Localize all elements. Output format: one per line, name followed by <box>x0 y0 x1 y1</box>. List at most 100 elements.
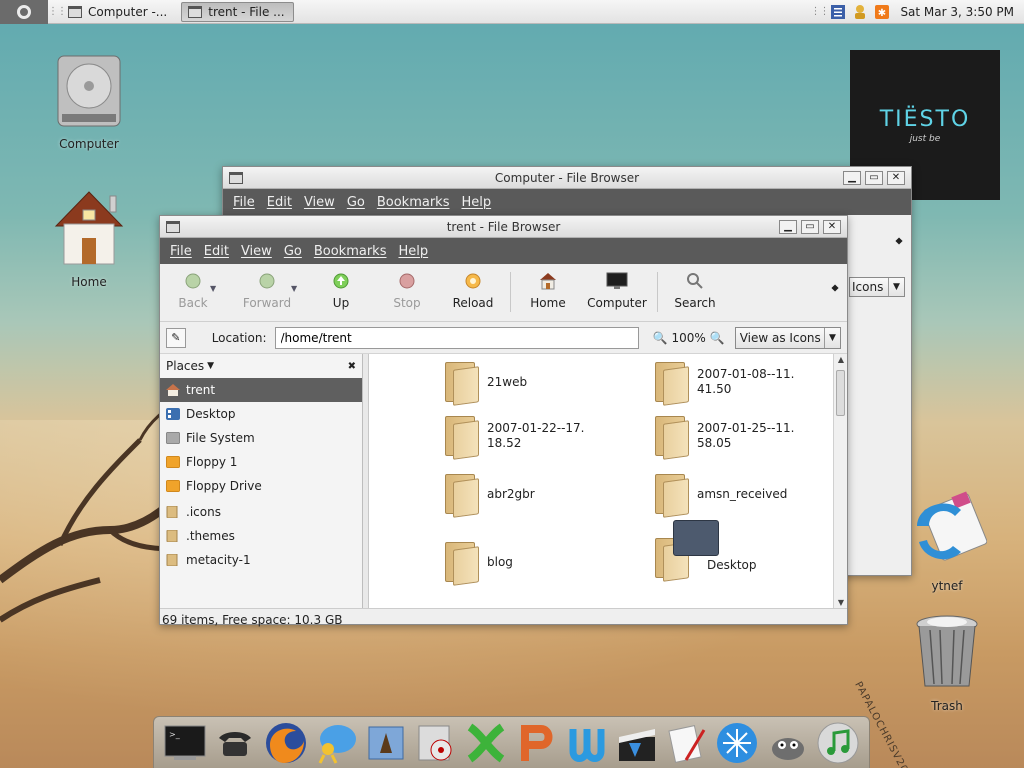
dock-music-player[interactable] <box>816 721 860 765</box>
desktop-icon-ytnef[interactable]: ytnef <box>902 486 992 593</box>
menu-help[interactable]: Help <box>398 244 428 259</box>
back-history-dropdown-icon[interactable]: ▼ <box>210 284 216 293</box>
places-sidebar: Places ▼ ✖ trent Desktop File System Flo… <box>160 354 363 608</box>
close-button[interactable]: ✕ <box>887 170 905 185</box>
main-menu-button[interactable] <box>0 0 48 24</box>
menu-edit[interactable]: Edit <box>267 195 292 210</box>
dock-video-editor[interactable] <box>615 721 659 765</box>
toolbar-overflow-icon[interactable]: ⯁ <box>831 284 839 295</box>
stop-button[interactable]: Stop <box>374 272 440 310</box>
file-item-2007-01-22[interactable]: 2007-01-22--17. 18.52 <box>441 414 584 460</box>
file-item-2007-01-25[interactable]: 2007-01-25--11. 58.05 <box>651 414 794 460</box>
pencil-icon: ✎ <box>171 331 181 344</box>
file-item-21web[interactable]: 21web <box>441 360 527 406</box>
dock-media-player[interactable] <box>414 721 458 765</box>
computer-button[interactable]: Computer <box>581 272 653 310</box>
chevron-down-icon: ▼ <box>824 327 840 348</box>
file-item-2007-01-08[interactable]: 2007-01-08--11. 41.50 <box>651 360 794 406</box>
menu-bookmarks[interactable]: Bookmarks <box>314 244 387 259</box>
dock-network[interactable] <box>715 721 759 765</box>
places-header[interactable]: Places ▼ ✖ <box>160 354 362 378</box>
window-titlebar[interactable]: Computer - File Browser ▁ ▭ ✕ <box>223 167 911 189</box>
sidebar-item-themes[interactable]: .themes <box>160 524 362 548</box>
computer-monitor-icon <box>606 272 628 289</box>
menu-view[interactable]: View <box>304 195 335 210</box>
view-select-value: Icons <box>852 280 884 294</box>
album-subtitle: just be <box>909 133 941 144</box>
sidebar-item-metacity[interactable]: metacity-1 <box>160 548 362 572</box>
dock-text-editor[interactable] <box>665 721 709 765</box>
menu-help[interactable]: Help <box>461 195 491 210</box>
menu-view[interactable]: View <box>241 244 272 259</box>
window-list-icon[interactable] <box>830 4 846 20</box>
sidebar-item-trent[interactable]: trent <box>160 378 362 402</box>
menu-file[interactable]: File <box>233 195 255 210</box>
sidebar-item-floppy-drive[interactable]: Floppy Drive <box>160 474 362 498</box>
dock-phone[interactable] <box>213 721 257 765</box>
dock-firefox[interactable] <box>264 721 308 765</box>
window-icon <box>229 171 243 184</box>
search-button[interactable]: Search <box>662 272 728 310</box>
pen-paper-icon <box>668 724 706 763</box>
location-input[interactable] <box>274 326 639 349</box>
folder-icon <box>441 540 481 586</box>
up-button[interactable]: Up <box>308 272 374 310</box>
vertical-scrollbar[interactable]: ▲ ▼ <box>833 354 847 608</box>
chat-messenger-icon <box>318 724 356 764</box>
file-item-amsn-received[interactable]: amsn_received <box>651 472 787 518</box>
folder-icon <box>651 472 691 518</box>
dock-xchat[interactable] <box>464 721 508 765</box>
menu-file[interactable]: File <box>170 244 192 259</box>
file-item-blog[interactable]: blog <box>441 540 513 586</box>
zoom-in-icon[interactable]: 🔍 <box>710 331 725 345</box>
file-item-abr2gbr[interactable]: abr2gbr <box>441 472 535 518</box>
desktop-icon-computer[interactable]: Computer <box>44 52 134 151</box>
minimize-button[interactable]: ▁ <box>843 170 861 185</box>
toolbar-overflow-icon[interactable]: ⯁ <box>895 237 903 248</box>
notification-icon[interactable]: ✱ <box>874 4 890 20</box>
folder-icon <box>441 414 481 460</box>
search-label: Search <box>674 296 716 310</box>
desktop-icon-home[interactable]: Home <box>44 188 134 289</box>
dock-terminal[interactable]: >_ <box>163 721 207 765</box>
dock-aim[interactable] <box>314 721 358 765</box>
scrollbar-thumb[interactable] <box>836 370 845 416</box>
menu-bookmarks[interactable]: Bookmarks <box>377 195 450 210</box>
close-sidebar-icon[interactable]: ✖ <box>348 361 356 372</box>
panel-grip-icon: ⋮⋮ <box>48 6 67 17</box>
taskbar-button-trent[interactable]: trent - File ... <box>181 1 294 22</box>
reload-button[interactable]: Reload <box>440 272 506 310</box>
taskbar-label: Computer -... <box>88 4 168 19</box>
toggle-location-button[interactable]: ✎ <box>166 327 186 348</box>
dock-mail[interactable] <box>364 721 408 765</box>
view-select[interactable]: Icons ▼ <box>849 277 905 297</box>
forward-history-dropdown-icon[interactable]: ▼ <box>291 284 297 293</box>
user-status-icon[interactable] <box>852 4 868 20</box>
menu-edit[interactable]: Edit <box>204 244 229 259</box>
dock-u-app[interactable] <box>565 721 609 765</box>
scroll-up-icon[interactable]: ▲ <box>834 355 847 364</box>
home-button[interactable]: Home <box>515 272 581 310</box>
zoom-out-icon[interactable]: 🔍 <box>653 331 668 345</box>
sidebar-item-icons[interactable]: .icons <box>160 500 362 524</box>
sidebar-item-desktop[interactable]: Desktop <box>160 402 362 426</box>
menu-go[interactable]: Go <box>284 244 302 259</box>
zoom-level[interactable]: 100% <box>671 331 705 345</box>
file-item-desktop[interactable]: Desktop <box>651 520 757 582</box>
minimize-button[interactable]: ▁ <box>779 219 797 234</box>
dock-p-app[interactable] <box>515 721 559 765</box>
maximize-button[interactable]: ▭ <box>865 170 883 185</box>
taskbar-button-computer[interactable]: Computer -... <box>62 2 175 22</box>
close-button[interactable]: ✕ <box>823 219 841 234</box>
desktop-icon-trash[interactable]: Trash <box>902 612 992 713</box>
dock-gimp[interactable] <box>766 721 810 765</box>
window-titlebar[interactable]: trent - File Browser ▁ ▭ ✕ <box>160 216 847 238</box>
maximize-button[interactable]: ▭ <box>801 219 819 234</box>
status-bar: 69 items, Free space: 10.3 GB <box>160 608 847 630</box>
sidebar-item-file-system[interactable]: File System <box>160 426 362 450</box>
view-as-select[interactable]: View as Icons ▼ <box>734 326 842 349</box>
clock[interactable]: Sat Mar 3, 3:50 PM <box>900 5 1014 19</box>
sidebar-item-floppy-1[interactable]: Floppy 1 <box>160 450 362 474</box>
scroll-down-icon[interactable]: ▼ <box>834 598 847 607</box>
menu-go[interactable]: Go <box>347 195 365 210</box>
